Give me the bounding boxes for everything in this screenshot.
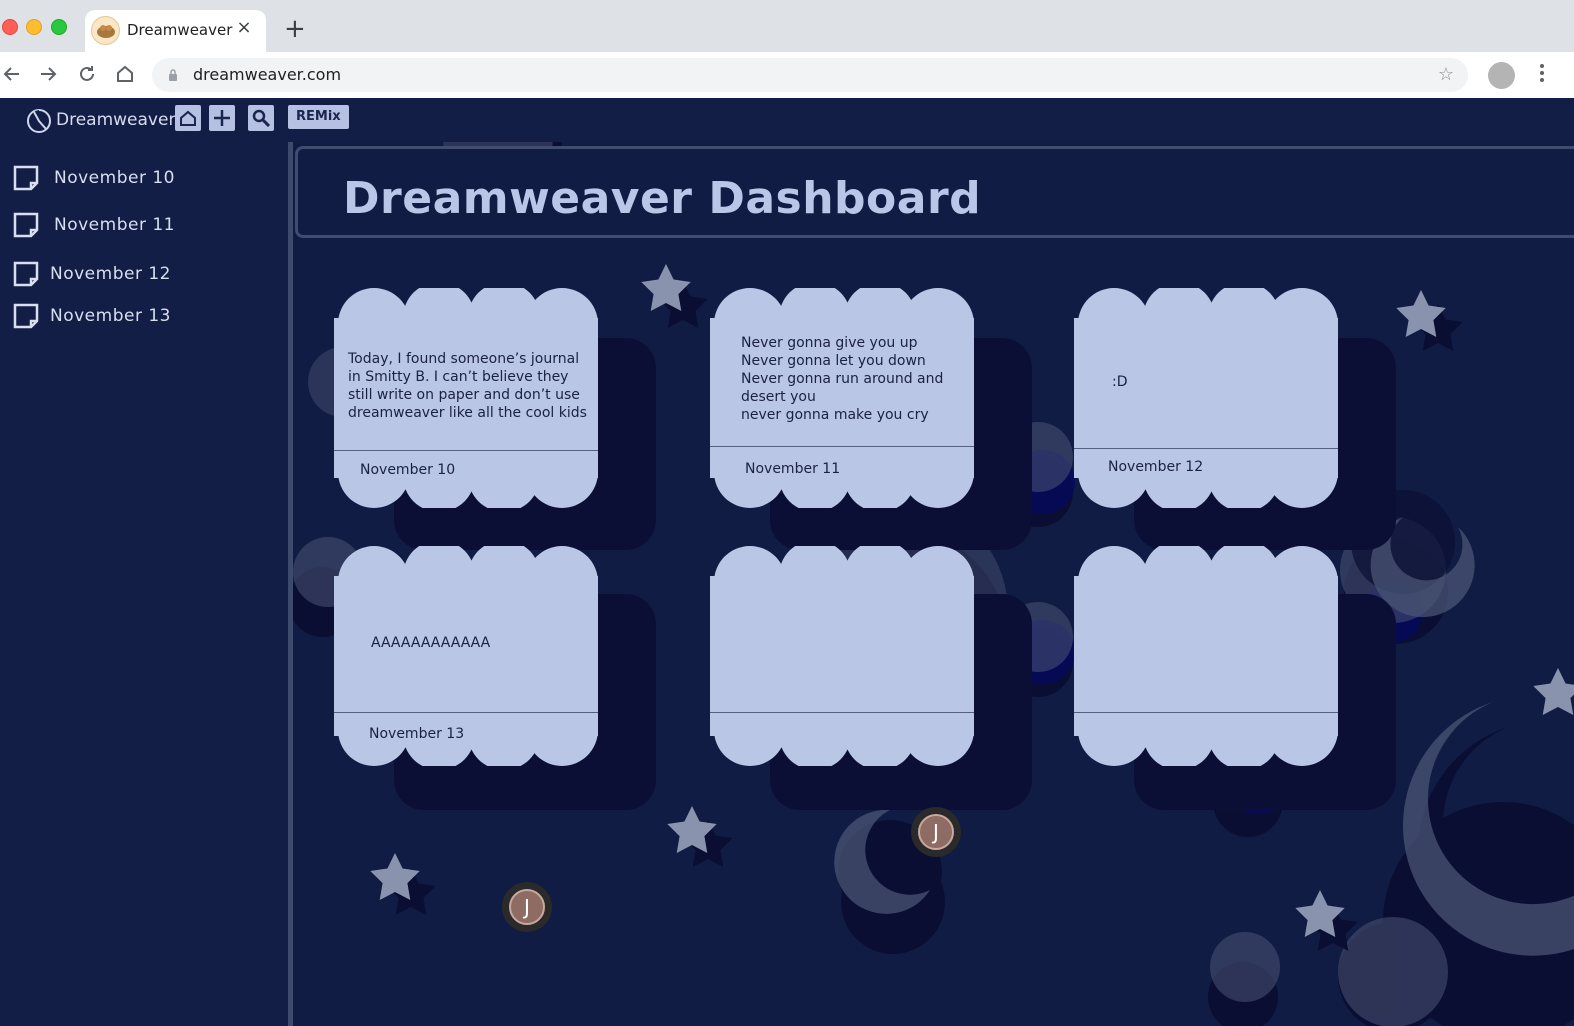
note-icon xyxy=(13,212,39,238)
cloud-card-shape xyxy=(1074,546,1338,766)
cloud-card-shape xyxy=(1074,288,1338,508)
search-icon xyxy=(252,109,270,127)
remix-button[interactable]: REMix xyxy=(288,105,349,129)
tab-close-icon[interactable]: × xyxy=(235,18,253,38)
user-avatar[interactable]: J xyxy=(911,807,961,857)
forward-icon[interactable] xyxy=(36,62,60,86)
back-icon[interactable] xyxy=(0,62,24,86)
maximize-window-button[interactable] xyxy=(51,19,67,35)
avatar-initial: J xyxy=(918,814,954,850)
title-panel: Dreamweaver Dashboard xyxy=(295,146,1574,238)
add-entry-button[interactable] xyxy=(209,105,235,131)
favicon-icon xyxy=(91,16,120,45)
sidebar-item-label: November 11 xyxy=(54,215,175,235)
sidebar-item-label: November 12 xyxy=(50,264,171,284)
sidebar: November 10 November 11 November 12 Nove… xyxy=(0,142,289,1026)
profile-avatar[interactable] xyxy=(1488,62,1515,89)
brand-name: Dreamweaver xyxy=(56,110,176,130)
search-button[interactable] xyxy=(248,105,274,131)
page-title: Dreamweaver Dashboard xyxy=(343,173,982,224)
minimize-window-button[interactable] xyxy=(26,19,42,35)
home-button[interactable] xyxy=(175,105,201,131)
avatar-initial: J xyxy=(509,889,545,925)
home-icon[interactable] xyxy=(113,62,137,86)
main-content: Dreamweaver Dashboard Today, I found som… xyxy=(293,142,1574,1026)
close-window-button[interactable] xyxy=(2,19,18,35)
card-date: November 13 xyxy=(369,726,465,742)
journal-card-empty[interactable] xyxy=(710,546,974,766)
card-date: November 11 xyxy=(745,461,841,477)
card-entry-text: Today, I found someone’s journal in Smit… xyxy=(348,351,587,421)
card-entry-text: Never gonna give you up Never gonna let … xyxy=(741,335,944,423)
card-date: November 12 xyxy=(1108,459,1204,475)
cloud-card-shape xyxy=(710,546,974,766)
browser-tab[interactable]: Dreamweaver × xyxy=(85,10,266,52)
home-icon xyxy=(180,110,196,126)
card-entry-text: AAAAAAAAAAAA xyxy=(371,635,491,651)
journal-card-november-13[interactable]: AAAAAAAAAAAA November 13 xyxy=(334,546,598,766)
card-divider xyxy=(334,712,598,713)
journal-card-november-11[interactable]: Never gonna give you up Never gonna let … xyxy=(710,288,974,508)
lock-icon xyxy=(169,69,177,81)
user-avatar[interactable]: J xyxy=(502,882,552,932)
card-divider xyxy=(710,712,974,713)
new-tab-button[interactable]: + xyxy=(284,16,306,42)
journal-card-empty[interactable] xyxy=(1074,546,1338,766)
app-header: Dreamweaver REMix xyxy=(0,98,1574,142)
card-entry-text: :D xyxy=(1112,374,1128,390)
bookmark-star-icon[interactable]: ☆ xyxy=(1438,65,1454,85)
plus-icon xyxy=(214,110,230,126)
journal-card-november-12[interactable]: :D November 12 xyxy=(1074,288,1338,508)
journal-card-november-10[interactable]: Today, I found someone’s journal in Smit… xyxy=(334,288,598,508)
note-icon xyxy=(13,165,39,191)
card-date: November 10 xyxy=(360,462,456,478)
note-icon xyxy=(13,261,39,287)
sidebar-item-label: November 10 xyxy=(54,168,175,188)
browser-menu-icon[interactable] xyxy=(1540,64,1544,85)
browser-toolbar: dreamweaver.com ☆ xyxy=(0,52,1574,98)
sidebar-item-label: November 13 xyxy=(50,306,171,326)
card-divider xyxy=(710,446,974,447)
browser-tab-bar: Dreamweaver × + xyxy=(0,0,1574,52)
url-text: dreamweaver.com xyxy=(193,65,342,84)
card-divider xyxy=(1074,712,1338,713)
tab-title: Dreamweaver xyxy=(127,21,233,39)
card-divider xyxy=(1074,448,1338,449)
note-icon xyxy=(13,303,39,329)
moon-logo-icon xyxy=(27,109,51,133)
reload-icon[interactable] xyxy=(75,62,99,86)
card-divider xyxy=(334,450,598,451)
address-bar[interactable]: dreamweaver.com ☆ xyxy=(152,58,1468,92)
